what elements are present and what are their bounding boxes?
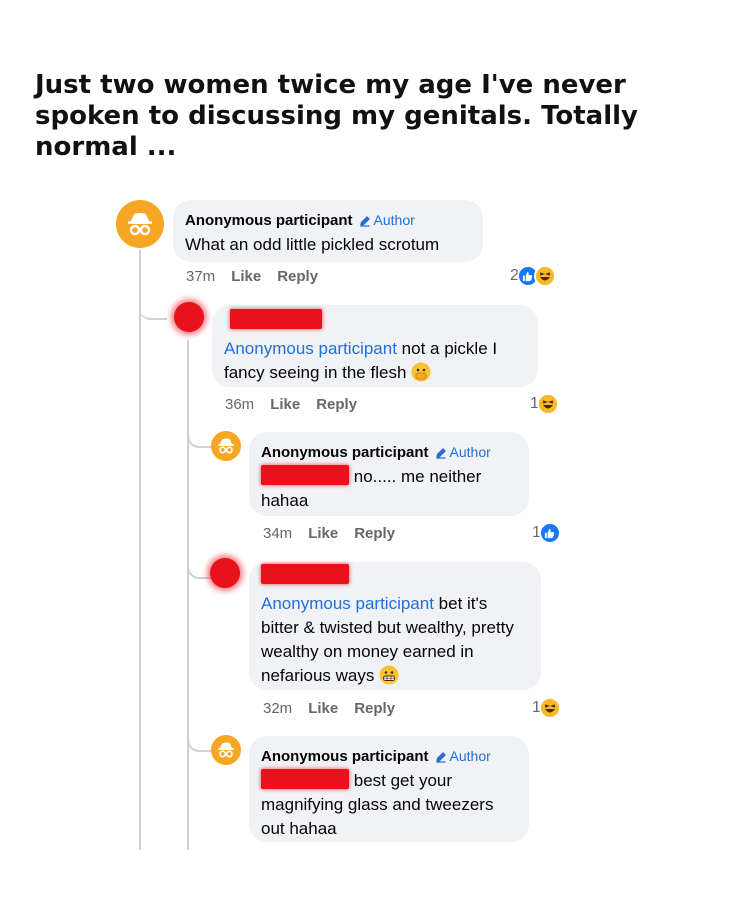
pencil-icon	[435, 752, 446, 763]
incognito-icon	[218, 438, 234, 454]
like-button[interactable]: Like	[270, 396, 300, 413]
timestamp[interactable]: 37m	[186, 268, 215, 285]
timestamp[interactable]: 36m	[225, 396, 254, 413]
redacted-name	[230, 309, 322, 329]
comment-bubble: Anonymous participant Author What an odd …	[173, 200, 483, 262]
reply-button[interactable]: Reply	[354, 525, 395, 542]
comment-bubble: Anonymous participant bet it's bitter & …	[249, 562, 541, 690]
author-badge: Author	[435, 444, 491, 460]
redacted-avatar[interactable]	[210, 558, 240, 588]
commenter-name[interactable]: Anonymous participant	[185, 212, 353, 229]
thread-elbow	[187, 728, 211, 752]
redacted-name	[261, 564, 349, 584]
haha-reaction-icon	[538, 697, 561, 719]
mention-link[interactable]: Anonymous participant	[261, 594, 434, 613]
reaction-summary[interactable]: 2	[510, 265, 556, 287]
comment-bubble: Anonymous participant Author best get you…	[249, 736, 529, 842]
post-caption: Just two women twice my age I've never s…	[35, 70, 638, 162]
thread-line-nested	[187, 340, 189, 850]
like-button[interactable]: Like	[231, 268, 261, 285]
timestamp[interactable]: 32m	[263, 700, 292, 717]
anonymous-avatar[interactable]	[116, 200, 164, 248]
comment-text: hahaa	[261, 491, 309, 510]
reply-button[interactable]: Reply	[316, 396, 357, 413]
mention-link[interactable]: Anonymous participant	[224, 339, 397, 358]
commenter-name[interactable]: Anonymous participant	[261, 748, 429, 765]
thread-line-main	[139, 250, 141, 850]
comment-meta: 36m Like Reply	[225, 396, 373, 413]
grimacing-face-emoji	[379, 665, 399, 685]
author-badge: Author	[359, 212, 415, 228]
thread-elbow	[187, 555, 211, 579]
commenter-name[interactable]: Anonymous participant	[261, 444, 429, 461]
comment-text: magnifying glass and tweezers out hahaa	[261, 795, 494, 838]
redacted-mention	[261, 465, 349, 485]
timestamp[interactable]: 34m	[263, 525, 292, 542]
incognito-icon	[218, 742, 234, 758]
reply-button[interactable]: Reply	[354, 700, 395, 717]
author-badge: Author	[435, 748, 491, 764]
haha-reaction-icon	[533, 265, 556, 287]
pencil-icon	[359, 216, 370, 227]
comment-text: best get your	[353, 771, 453, 790]
anonymous-avatar[interactable]	[211, 735, 241, 765]
comment-text: no..... me neither	[353, 467, 482, 486]
comment-meta: 32m Like Reply	[263, 700, 411, 717]
comment-bubble: Anonymous participant Author no..... me n…	[249, 432, 529, 516]
shushing-face-emoji	[411, 362, 431, 382]
redacted-mention	[261, 769, 349, 789]
reply-button[interactable]: Reply	[277, 268, 318, 285]
like-reaction-icon	[538, 522, 561, 544]
incognito-icon	[128, 213, 152, 236]
reaction-summary[interactable]: 1	[530, 393, 559, 415]
thread-elbow	[187, 420, 211, 448]
thread-elbow	[139, 288, 167, 320]
like-button[interactable]: Like	[308, 700, 338, 717]
like-button[interactable]: Like	[308, 525, 338, 542]
reaction-summary[interactable]: 1	[532, 697, 561, 719]
pencil-icon	[435, 448, 446, 459]
anonymous-avatar[interactable]	[211, 431, 241, 461]
comment-meta: 34m Like Reply	[263, 525, 411, 542]
comment-bubble: Anonymous participant not a pickle I fan…	[212, 305, 538, 387]
haha-reaction-icon	[536, 393, 559, 415]
reaction-summary[interactable]: 1	[532, 522, 561, 544]
redacted-avatar[interactable]	[174, 302, 204, 332]
comment-meta: 37m Like Reply	[186, 268, 334, 285]
comment-text: What an odd little pickled scrotum	[185, 235, 440, 254]
